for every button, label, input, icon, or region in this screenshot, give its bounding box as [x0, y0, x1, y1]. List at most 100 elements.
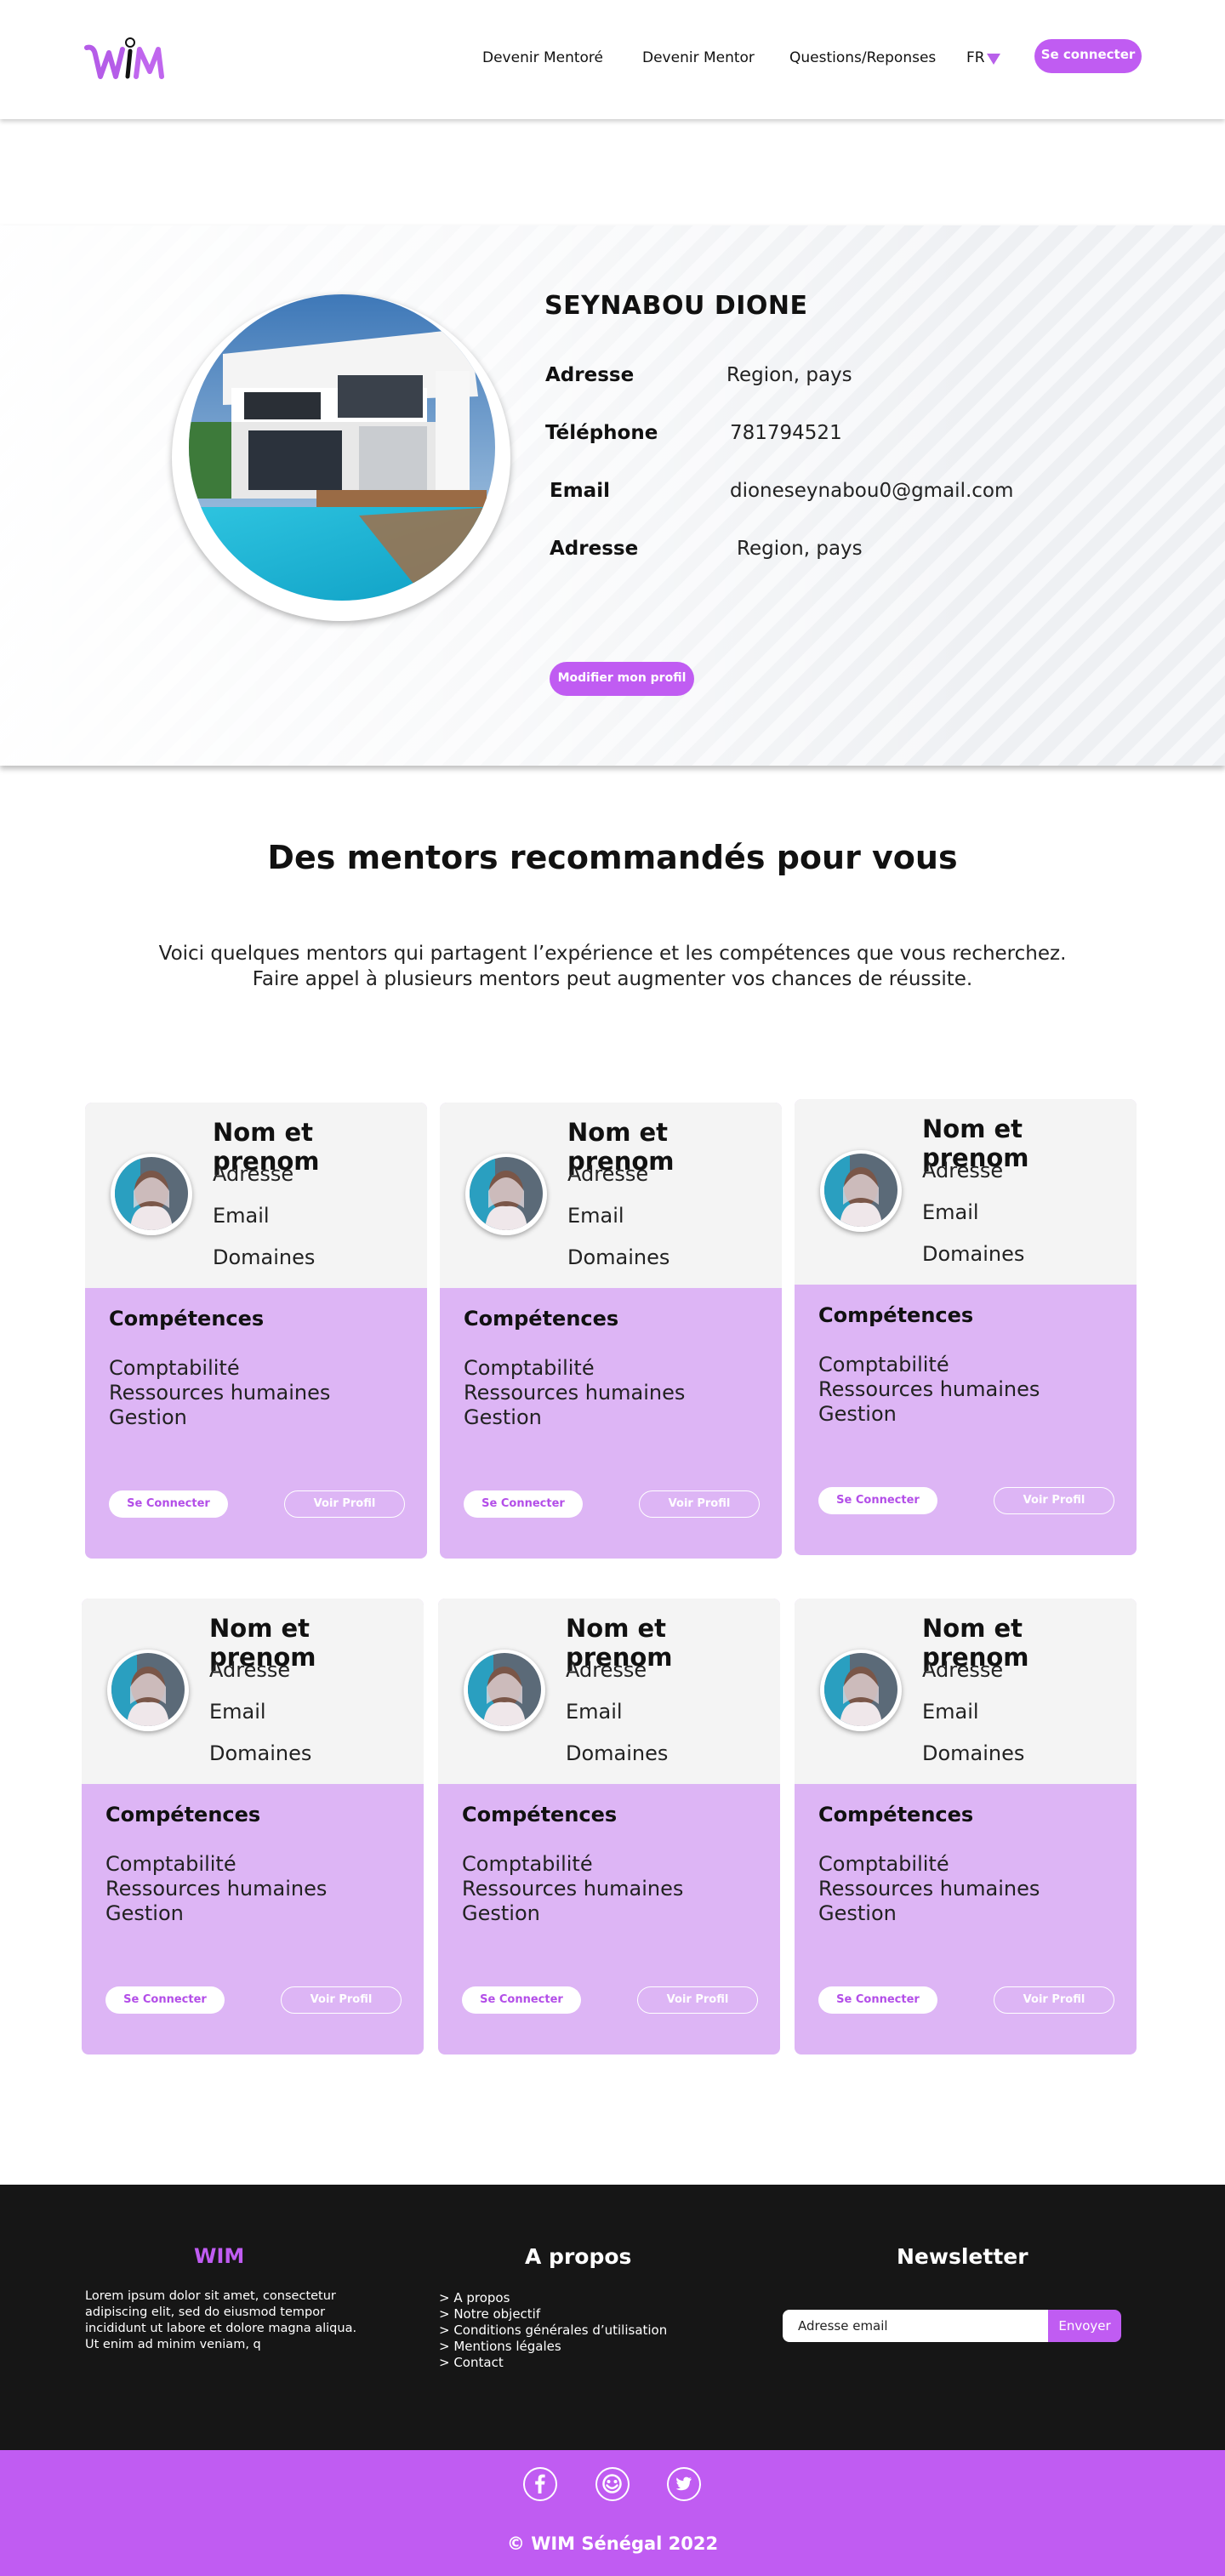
mentor-domains: Domaines [213, 1245, 316, 1269]
mentor-domains: Domaines [209, 1741, 312, 1765]
mentor-card: Nom et prenom Adresse Email Domaines Com… [795, 1099, 1137, 1555]
skill-item: Comptabilité [105, 1852, 236, 1876]
skill-item: Ressources humaines [464, 1381, 686, 1405]
recommended-title: Des mentors recommandés pour vous [267, 839, 958, 876]
facebook-icon[interactable] [523, 2467, 557, 2501]
mentor-domains: Domaines [922, 1242, 1025, 1266]
mentor-email: Email [567, 1204, 624, 1228]
skill-item: Comptabilité [818, 1852, 949, 1876]
connect-button[interactable]: Se Connecter [464, 1490, 583, 1518]
footer-about-title: A propos [525, 2244, 632, 2269]
connect-button[interactable]: Se Connecter [462, 1986, 581, 2014]
footer-link-apropos[interactable]: > A propos [439, 2290, 667, 2306]
view-profile-button[interactable]: Voir Profil [281, 1986, 402, 2014]
footer-links: > A propos > Notre objectif > Conditions… [439, 2290, 667, 2371]
profile-name: SEYNABOU DIONE [544, 291, 808, 321]
mentor-photo [824, 1154, 897, 1227]
skill-item: Gestion [464, 1405, 542, 1429]
skill-item: Gestion [818, 1402, 897, 1426]
mentor-email: Email [566, 1700, 623, 1724]
view-profile-button[interactable]: Voir Profil [994, 1986, 1114, 2014]
mentor-avatar [107, 1650, 189, 1731]
nav-devenir-mentore[interactable]: Devenir Mentoré [482, 49, 603, 66]
skill-item: Ressources humaines [105, 1877, 328, 1901]
mentor-card: Nom et prenom Adresse Email Domaines Com… [82, 1599, 424, 2055]
mentor-email: Email [922, 1700, 979, 1724]
mentor-card: Nom et prenom Adresse Email Domaines Com… [438, 1599, 780, 2055]
profile-value-email: dioneseynabou0@gmail.com [730, 480, 1014, 502]
mentor-address: Adresse [209, 1658, 291, 1682]
view-profile-button[interactable]: Voir Profil [994, 1487, 1114, 1514]
skills-title: Compétences [105, 1803, 261, 1827]
nav-questions-reponses[interactable]: Questions/Reponses [789, 49, 936, 66]
wim-logo[interactable] [83, 34, 168, 85]
mentor-address: Adresse [213, 1162, 294, 1186]
recommended-description: Voici quelques mentors qui partagent l’e… [0, 941, 1225, 992]
skill-item: Ressources humaines [818, 1377, 1040, 1401]
newsletter-email-input[interactable]: Adresse email [783, 2310, 1048, 2342]
skill-item: Gestion [462, 1901, 540, 1925]
connect-button[interactable]: Se Connecter [818, 1986, 937, 2014]
caret-down-icon[interactable] [987, 54, 1000, 65]
footer-link-objectif[interactable]: > Notre objectif [439, 2306, 667, 2322]
mentor-avatar [465, 1154, 547, 1235]
skill-item: Gestion [109, 1405, 187, 1429]
connect-button[interactable]: Se Connecter [818, 1487, 937, 1514]
view-profile-button[interactable]: Voir Profil [284, 1490, 405, 1518]
edit-profile-button[interactable]: Modifier mon profil [550, 662, 694, 696]
profile-label-adresse: Adresse [545, 364, 635, 386]
twitter-icon[interactable] [667, 2467, 701, 2501]
skill-item: Gestion [818, 1901, 897, 1925]
mentor-domains: Domaines [566, 1741, 669, 1765]
copyright-text: © WIM Sénégal 2022 [506, 2533, 719, 2554]
skill-item: Comptabilité [464, 1356, 595, 1380]
mentor-photo [468, 1653, 541, 1726]
skill-item: Comptabilité [109, 1356, 240, 1380]
recommended-line-1: Voici quelques mentors qui partagent l’e… [158, 943, 1067, 965]
profile-avatar [189, 294, 495, 601]
login-button[interactable]: Se connecter [1034, 39, 1142, 73]
mentor-photo [824, 1653, 897, 1726]
mentor-photo [115, 1157, 188, 1230]
footer-link-conditions[interactable]: > Conditions générales d’utilisation [439, 2322, 667, 2339]
connect-button[interactable]: Se Connecter [105, 1986, 225, 2014]
mentor-address: Adresse [922, 1658, 1004, 1682]
view-profile-button[interactable]: Voir Profil [639, 1490, 760, 1518]
skills-title: Compétences [462, 1803, 618, 1827]
footer-link-mentions[interactable]: > Mentions légales [439, 2339, 667, 2355]
mentor-domains: Domaines [567, 1245, 670, 1269]
profile-value-adresse-2: Region, pays [737, 538, 863, 560]
skill-item: Gestion [105, 1901, 184, 1925]
skill-item: Ressources humaines [818, 1877, 1040, 1901]
mentor-email: Email [213, 1204, 270, 1228]
skills-title: Compétences [109, 1307, 265, 1331]
skill-item: Ressources humaines [109, 1381, 331, 1405]
profile-label-adresse-2: Adresse [550, 538, 639, 560]
newsletter-send-button[interactable]: Envoyer [1048, 2310, 1121, 2342]
mentor-address: Adresse [922, 1159, 1004, 1183]
profile-label-email: Email [550, 480, 610, 502]
site-header: Devenir Mentoré Devenir Mentor Questions… [0, 0, 1225, 119]
nav-devenir-mentor[interactable]: Devenir Mentor [642, 49, 755, 66]
profile-value-telephone: 781794521 [730, 422, 842, 444]
footer-link-contact[interactable]: > Contact [439, 2355, 667, 2371]
mentor-photo [470, 1157, 543, 1230]
mentor-avatar [820, 1650, 902, 1731]
recommended-line-2: Faire appel à plusieurs mentors peut aug… [252, 968, 973, 990]
snapchat-icon[interactable] [595, 2467, 630, 2501]
connect-button[interactable]: Se Connecter [109, 1490, 228, 1518]
mentor-avatar [820, 1150, 902, 1232]
mentor-email: Email [922, 1200, 979, 1224]
skills-title: Compétences [464, 1307, 619, 1331]
mentor-photo [111, 1653, 185, 1726]
footer-brand: WIM [194, 2244, 245, 2268]
view-profile-button[interactable]: Voir Profil [637, 1986, 758, 2014]
skills-title: Compétences [818, 1303, 974, 1327]
mentor-card: Nom et prenom Adresse Email Domaines Com… [795, 1599, 1137, 2055]
language-selector[interactable]: FR [966, 49, 985, 66]
newsletter-title: Newsletter [897, 2244, 1028, 2269]
mentor-card: Nom et prenom Adresse Email Domaines Com… [440, 1103, 782, 1559]
mentor-card: Nom et prenom Adresse Email Domaines Com… [85, 1103, 427, 1559]
skill-item: Comptabilité [462, 1852, 593, 1876]
skill-item: Ressources humaines [462, 1877, 684, 1901]
